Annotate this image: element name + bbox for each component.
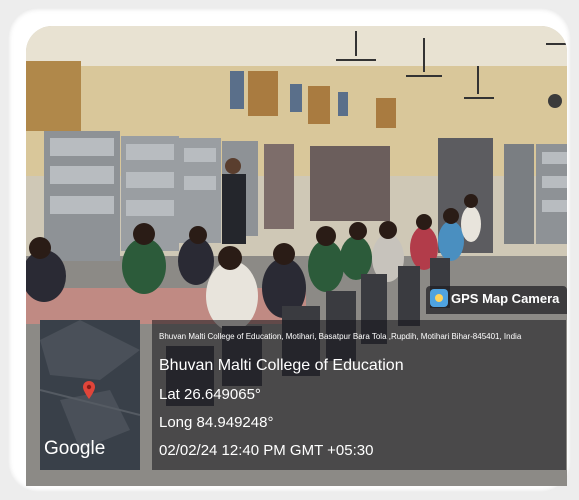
address-text: Bhuvan Malti College of Education, Motih… — [159, 332, 522, 341]
map-pin-icon — [83, 381, 95, 399]
camera-app-icon — [430, 289, 448, 307]
google-map-logo: Google — [44, 438, 106, 459]
datetime-text: 02/02/24 12:40 PM GMT +05:30 — [159, 442, 374, 459]
place-name: Bhuvan Malti College of Education — [159, 357, 404, 374]
photo-frame: GPS Map Camera Google Bhuvan Malti Colle… — [0, 0, 579, 500]
latitude-text: Lat 26.649065° — [159, 386, 261, 403]
longitude-text: Long 84.949248° — [159, 414, 274, 431]
gps-app-label: GPS Map Camera — [451, 291, 560, 306]
